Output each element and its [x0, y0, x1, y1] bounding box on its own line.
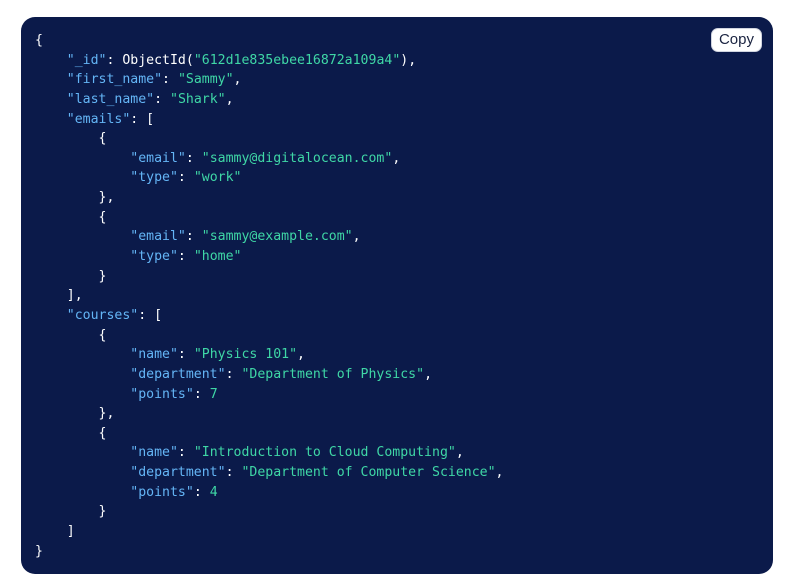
code-line: "points": 7 — [130, 386, 218, 402]
code-line: { — [98, 131, 107, 147]
code-line: "first_name": "Sammy", — [66, 72, 242, 88]
json-key: "points" — [130, 386, 194, 402]
code-line: } — [98, 268, 107, 284]
json-string: "Physics 101" — [193, 347, 298, 363]
json-number: 7 — [209, 386, 218, 402]
json-key: "email" — [130, 229, 186, 245]
json-string: "sammy@example.com" — [201, 229, 353, 245]
code-line: "last_name": "Shark", — [66, 91, 234, 107]
code-line: { — [98, 425, 107, 441]
json-key: "email" — [130, 150, 186, 166]
json-string: "work" — [193, 170, 242, 186]
code-line: "_id": ObjectId("612d1e835ebee16872a109a… — [66, 52, 417, 68]
code-line: "department": "Department of Computer Sc… — [130, 465, 504, 481]
code-line: } — [35, 543, 43, 559]
json-string: "612d1e835ebee16872a109a4" — [193, 52, 401, 68]
code-block: Copy { "_id": ObjectId("612d1e835ebee168… — [21, 17, 773, 574]
code-line: ], — [66, 288, 83, 304]
json-string: "Introduction to Cloud Computing" — [193, 445, 456, 461]
code-line: }, — [98, 406, 115, 422]
json-string: "Department of Computer Science" — [241, 465, 496, 481]
json-string: "Shark" — [170, 91, 226, 107]
code-line: "type": "home" — [130, 249, 242, 265]
json-key: "name" — [130, 445, 178, 461]
json-function: ObjectId( — [122, 52, 194, 68]
json-key: "type" — [130, 249, 178, 265]
json-key: "department" — [130, 366, 226, 382]
json-key: "points" — [130, 484, 194, 500]
code-line: "email": "sammy@example.com", — [130, 229, 361, 245]
json-key: "name" — [130, 347, 178, 363]
code-line: "emails": [ — [66, 111, 155, 127]
json-string: "home" — [193, 249, 242, 265]
code-line: "name": "Physics 101", — [130, 347, 305, 363]
code-line: "department": "Department of Physics", — [130, 366, 433, 382]
code-line: } — [98, 504, 107, 520]
copy-button[interactable]: Copy — [710, 28, 762, 52]
code-line: "points": 4 — [130, 484, 218, 500]
code-line: "type": "work" — [130, 170, 242, 186]
json-string: "Department of Physics" — [241, 366, 425, 382]
json-number: 4 — [209, 484, 218, 500]
code-content: { "_id": ObjectId("612d1e835ebee16872a10… — [35, 31, 773, 561]
code-line: { — [98, 327, 107, 343]
json-key: "emails" — [66, 111, 131, 127]
json-key: "department" — [130, 465, 226, 481]
code-line: "courses": [ — [66, 307, 163, 323]
code-line: "name": "Introduction to Cloud Computing… — [130, 445, 464, 461]
json-key: "first_name" — [66, 72, 163, 88]
code-line: ] — [66, 524, 75, 540]
code-line: { — [35, 33, 43, 48]
code-line: "email": "sammy@digitalocean.com", — [130, 150, 401, 166]
json-key: "last_name" — [66, 91, 155, 107]
json-key: "_id" — [66, 52, 107, 68]
json-string: "Sammy" — [177, 72, 234, 88]
json-key: "type" — [130, 170, 178, 186]
code-line: }, — [98, 190, 115, 206]
json-string: "sammy@digitalocean.com" — [201, 150, 393, 166]
json-key: "courses" — [66, 307, 139, 323]
code-line: { — [98, 209, 107, 225]
